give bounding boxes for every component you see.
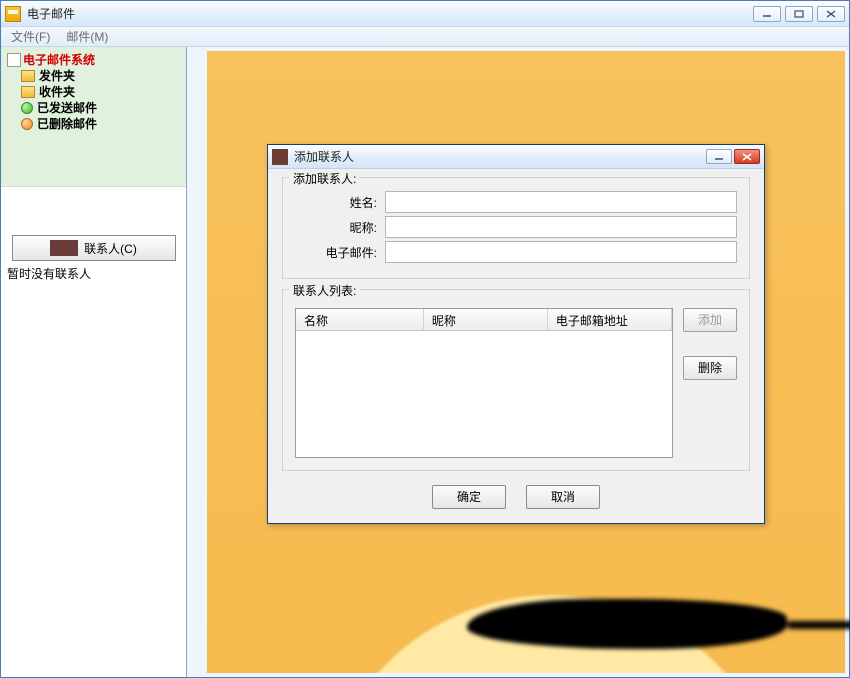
contacts-button-row: 联系人(C) xyxy=(1,187,186,261)
document-area: 添加联系人 添加联系人: 姓名: xyxy=(187,47,849,677)
input-nick[interactable] xyxy=(385,216,737,238)
group-add-contact: 添加联系人: 姓名: 昵称: 电子邮件: xyxy=(282,177,750,279)
tree-item-label: 收件夹 xyxy=(39,84,75,100)
main-window-controls xyxy=(753,6,845,22)
label-name: 姓名: xyxy=(295,194,377,211)
sidebar: 电子邮件系统 发件夹 收件夹 已发送邮件 已删除邮件 xyxy=(1,47,187,677)
close-icon xyxy=(742,153,752,161)
folder-tree: 电子邮件系统 发件夹 收件夹 已发送邮件 已删除邮件 xyxy=(1,47,186,187)
ok-button[interactable]: 确定 xyxy=(432,485,506,509)
dialog-close-button[interactable] xyxy=(734,149,760,164)
remove-list-button[interactable]: 删除 xyxy=(683,356,737,380)
list-side-buttons: 添加 删除 xyxy=(683,308,737,458)
contact-table[interactable]: 名称 昵称 电子邮箱地址 xyxy=(295,308,673,458)
group-list-title: 联系人列表: xyxy=(289,282,360,299)
main-window: 电子邮件 文件(F) 邮件(M) 电子邮件系统 xyxy=(0,0,850,678)
root-icon xyxy=(7,53,21,67)
menubar: 文件(F) 邮件(M) xyxy=(1,27,849,47)
tree-root-label: 电子邮件系统 xyxy=(23,51,95,68)
contacts-button-label: 联系人(C) xyxy=(84,240,137,257)
main-titlebar[interactable]: 电子邮件 xyxy=(1,1,849,27)
dialog-minimize-button[interactable] xyxy=(706,149,732,164)
form-row-name: 姓名: xyxy=(295,191,737,213)
content-area: 电子邮件系统 发件夹 收件夹 已发送邮件 已删除邮件 xyxy=(1,47,849,677)
background-graphic xyxy=(467,599,787,649)
sent-icon xyxy=(21,102,33,114)
maximize-icon xyxy=(794,10,804,18)
maximize-button[interactable] xyxy=(785,6,813,22)
tree-item-label: 已删除邮件 xyxy=(37,116,97,132)
tree-item-outbox[interactable]: 发件夹 xyxy=(21,68,180,84)
menu-mail[interactable]: 邮件(M) xyxy=(62,27,112,46)
form-row-email: 电子邮件: xyxy=(295,241,737,263)
contacts-button[interactable]: 联系人(C) xyxy=(12,235,176,261)
tree-item-label: 发件夹 xyxy=(39,68,75,84)
label-email: 电子邮件: xyxy=(295,244,377,261)
dialog-body: 添加联系人: 姓名: 昵称: 电子邮件: xyxy=(268,169,764,523)
dialog-title-text: 添加联系人 xyxy=(294,148,354,165)
folder-icon xyxy=(21,70,35,82)
deleted-icon xyxy=(21,118,33,130)
tree-item-label: 已发送邮件 xyxy=(37,100,97,116)
tree-item-inbox[interactable]: 收件夹 xyxy=(21,84,180,100)
dialog-icon xyxy=(272,149,288,165)
input-name[interactable] xyxy=(385,191,737,213)
minimize-button[interactable] xyxy=(753,6,781,22)
add-list-button[interactable]: 添加 xyxy=(683,308,737,332)
add-contact-dialog: 添加联系人 添加联系人: 姓名: xyxy=(267,144,765,524)
form-row-nick: 昵称: xyxy=(295,216,737,238)
cancel-button[interactable]: 取消 xyxy=(526,485,600,509)
dialog-titlebar[interactable]: 添加联系人 xyxy=(268,145,764,169)
minimize-icon xyxy=(762,10,772,18)
dialog-window-controls xyxy=(706,149,760,164)
contacts-empty-text: 暂时没有联系人 xyxy=(1,261,186,286)
label-nick: 昵称: xyxy=(295,219,377,236)
close-icon xyxy=(826,10,836,18)
group-add-title: 添加联系人: xyxy=(289,170,360,187)
col-email[interactable]: 电子邮箱地址 xyxy=(548,309,672,330)
avatar-icon xyxy=(50,240,78,256)
tree-root[interactable]: 电子邮件系统 xyxy=(7,51,180,68)
folder-icon xyxy=(21,86,35,98)
dialog-footer: 确定 取消 xyxy=(282,485,750,509)
close-button[interactable] xyxy=(817,6,845,22)
tree-item-sent[interactable]: 已发送邮件 xyxy=(21,100,180,116)
table-header: 名称 昵称 电子邮箱地址 xyxy=(296,309,672,331)
col-nick[interactable]: 昵称 xyxy=(424,309,548,330)
mail-icon xyxy=(5,6,21,22)
group-contact-list: 联系人列表: 名称 昵称 电子邮箱地址 添加 xyxy=(282,289,750,471)
minimize-icon xyxy=(714,153,724,161)
input-email[interactable] xyxy=(385,241,737,263)
menu-file[interactable]: 文件(F) xyxy=(7,27,54,46)
tree-item-deleted[interactable]: 已删除邮件 xyxy=(21,116,180,132)
main-title: 电子邮件 xyxy=(27,5,75,22)
col-name[interactable]: 名称 xyxy=(296,309,424,330)
list-wrap: 名称 昵称 电子邮箱地址 添加 删除 xyxy=(295,308,737,458)
